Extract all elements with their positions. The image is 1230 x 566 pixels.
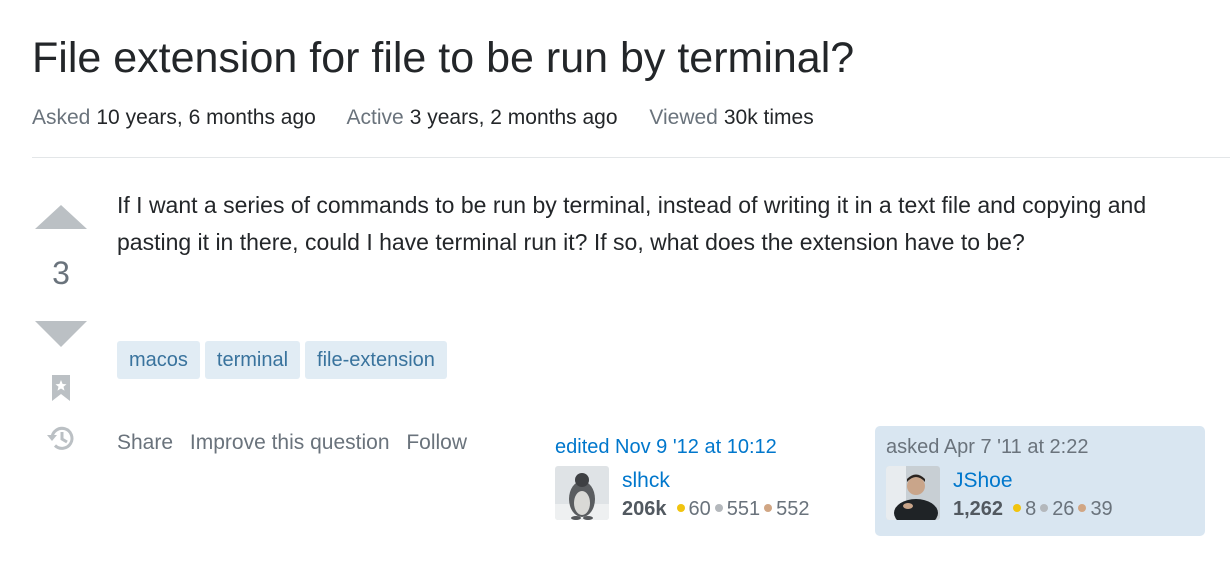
- asker-gold-count: 8: [1025, 498, 1037, 520]
- asker-avatar[interactable]: [886, 466, 940, 520]
- bronze-badge-icon: [1078, 504, 1087, 513]
- bronze-badge-icon: [764, 504, 773, 513]
- editor-reputation-row: 206k 60 551 552: [622, 498, 810, 521]
- question-meta: Asked 10 years, 6 months ago Active 3 year…: [32, 106, 840, 130]
- meta-active: Active 3 years, 2 months ago: [347, 106, 618, 129]
- meta-active-label: Active: [346, 106, 404, 129]
- meta-asked-value: 10 years, 6 months ago: [96, 106, 316, 129]
- asker-reputation: 1,262: [953, 498, 1004, 520]
- meta-active-value[interactable]: 3 years, 2 months ago: [410, 106, 618, 129]
- gold-badge-icon: [1013, 504, 1022, 513]
- asker-silver-count: 26: [1052, 498, 1075, 520]
- meta-viewed-value: 30k times: [723, 106, 814, 129]
- tag-terminal[interactable]: terminal: [204, 341, 301, 379]
- editor-signature: edited Nov 9 '12 at 10:12 slhck 206k 60 55…: [555, 436, 855, 522]
- asker-user-row: JShoe 1,262 8 26 39: [886, 466, 1196, 522]
- vote-count: 3: [52, 255, 70, 291]
- editor-username[interactable]: slhck: [622, 469, 670, 493]
- follow-link[interactable]: Follow: [406, 431, 467, 454]
- improve-question-link[interactable]: Improve this question: [190, 431, 390, 454]
- editor-gold-count: 60: [688, 498, 711, 520]
- asker-reputation-row: 1,262 8 26 39: [953, 498, 1113, 521]
- editor-reputation: 206k: [622, 498, 667, 520]
- editor-silver-count: 551: [726, 498, 761, 520]
- history-icon[interactable]: [46, 424, 76, 457]
- bookmark-icon[interactable]: [51, 374, 71, 407]
- question-title[interactable]: File extension for file to be run by ter…: [32, 34, 854, 83]
- tag-list: macos terminal file-extension: [117, 341, 447, 379]
- question-body: If I want a series of commands to be run…: [117, 192, 1147, 255]
- meta-viewed-label: Viewed: [649, 106, 718, 129]
- post-actions: Share Improve this question Follow: [117, 431, 478, 455]
- editor-bronze-count: 552: [776, 498, 810, 520]
- editor-avatar[interactable]: [555, 466, 609, 520]
- meta-asked: Asked 10 years, 6 months ago: [32, 106, 316, 129]
- downvote-button[interactable]: [35, 321, 87, 347]
- tag-file-extension[interactable]: file-extension: [305, 341, 447, 379]
- meta-viewed: Viewed 30k times: [649, 106, 813, 129]
- share-link[interactable]: Share: [117, 431, 173, 454]
- edited-timestamp-link[interactable]: edited Nov 9 '12 at 10:12: [555, 436, 855, 459]
- tag-macos[interactable]: macos: [117, 341, 200, 379]
- header-divider: [32, 157, 1230, 158]
- asker-bronze-count: 39: [1090, 498, 1113, 520]
- asker-inner: asked Apr 7 '11 at 2:22 JShoe 1,262 8 26 39: [886, 436, 1196, 522]
- silver-badge-icon: [714, 504, 723, 513]
- asked-timestamp[interactable]: asked Apr 7 '11 at 2:22: [886, 436, 1196, 459]
- asker-signature: asked Apr 7 '11 at 2:22 JShoe 1,262 8 26 39: [875, 426, 1205, 536]
- meta-asked-label: Asked: [32, 106, 91, 129]
- editor-user-row: slhck 206k 60 551 552: [555, 466, 855, 522]
- upvote-button[interactable]: [35, 205, 87, 229]
- asker-username[interactable]: JShoe: [953, 469, 1013, 493]
- silver-badge-icon: [1040, 504, 1049, 513]
- gold-badge-icon: [676, 504, 685, 513]
